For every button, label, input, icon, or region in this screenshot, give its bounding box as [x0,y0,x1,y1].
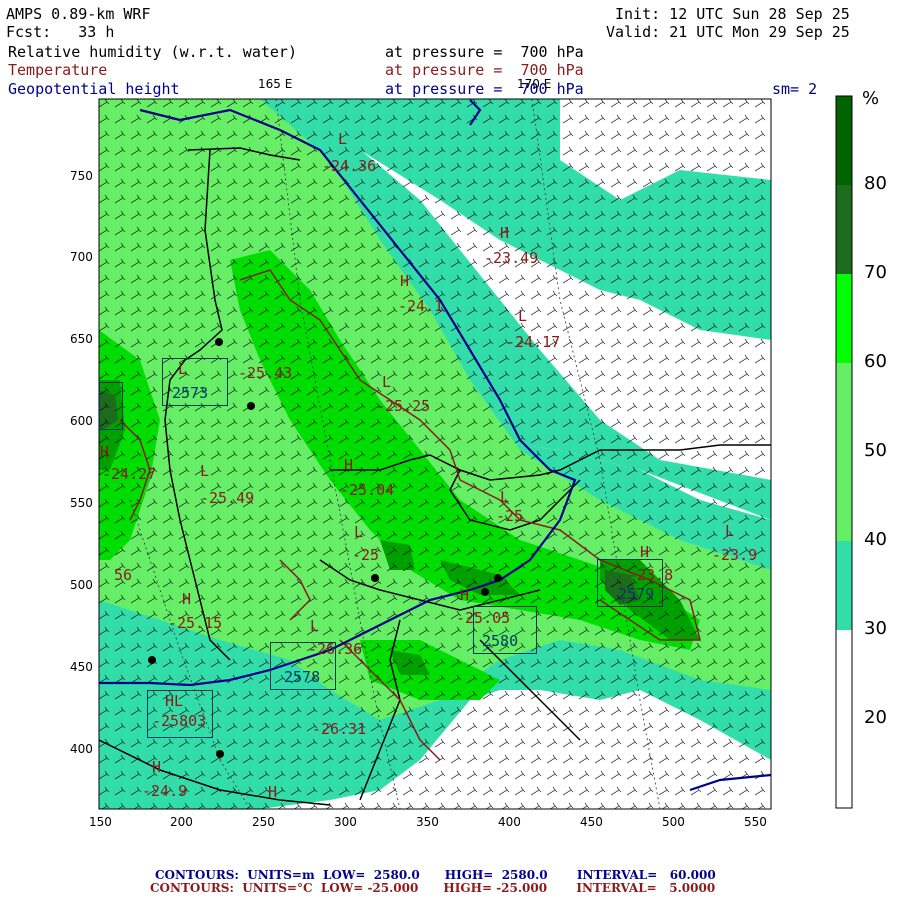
y-tick-label: 700 [70,250,93,264]
map-annotation: -23.49 [484,249,539,267]
map-annotation: H [460,586,470,604]
footer-contours-height: CONTOURS: UNITS=m LOW= 2580.0 HIGH= 2580… [155,868,716,882]
x-tick-label: 150 [89,815,112,829]
map-annotation: -24.9 [142,782,188,800]
colorbar-tick-label: 20 [864,707,887,728]
label-box [597,559,663,607]
y-tick-label: 550 [70,496,93,510]
map-annotation: L [382,373,392,391]
y-tick-label: 600 [70,414,93,428]
footer-contours-temperature: CONTOURS: UNITS=°C LOW= -25.000 HIGH= -2… [150,881,716,895]
label-box [162,358,228,406]
map-annotation: -24.17 [506,333,561,351]
x-tick-label: 250 [252,815,275,829]
colorbar-tick-label: 40 [864,529,887,550]
label-box [147,690,213,738]
x-tick-label: 350 [416,815,439,829]
y-tick-label: 750 [70,169,93,183]
x-tick-label: 500 [662,815,685,829]
label-box [473,606,537,654]
map-annotation: H [100,443,110,461]
map-annotation: H [268,783,278,801]
map-annotation: L [200,462,210,480]
colorbar-tick-label: 80 [864,173,887,194]
map-annotation: -24.1 [398,297,444,315]
y-tick-label: 650 [70,332,93,346]
map-panel [98,95,853,810]
map-annotation: L [518,307,528,325]
map-annotation: -24.36 [322,157,377,175]
map-annotation: -25.49 [200,489,255,507]
map-annotation: H [500,224,510,242]
colorbar-unit: % [862,88,880,109]
x-tick-label: 400 [498,815,521,829]
colorbar-tick-label: 30 [864,618,887,639]
x-tick-label: 300 [334,815,357,829]
colorbar-tick-label: 70 [864,262,887,283]
map-annotation: L [310,617,320,635]
map-annotation: -25 [352,546,380,564]
map-annotation: H [400,272,410,290]
x-tick-label: 550 [744,815,767,829]
colorbar-tick-label: 50 [864,440,887,461]
map-annotation: L [338,130,348,148]
map-annotation: H [344,456,354,474]
x-tick-label: 200 [170,815,193,829]
map-annotation: L [500,488,510,506]
map-annotation: -25.04 [340,481,395,499]
label-box [270,642,336,690]
map-annotation: L [725,522,735,540]
map-annotation: -26.31 [312,720,367,738]
map-annotation: -25 [496,507,524,525]
map-annotation: L [354,523,364,541]
map-annotation: -25.25 [376,397,431,415]
label-box [99,382,123,430]
map-annotation: H [182,590,192,608]
map-annotation: H [152,758,162,776]
map-annotation: 56 [114,566,133,584]
y-tick-label: 500 [70,578,93,592]
colorbar [835,95,853,809]
colorbar-tick-label: 60 [864,351,887,372]
map-annotation: -24.27 [102,465,157,483]
map-annotation: -25.15 [168,614,223,632]
map-annotation: -23.9 [712,546,758,564]
y-tick-label: 400 [70,742,93,756]
y-tick-label: 450 [70,660,93,674]
x-tick-label: 450 [580,815,603,829]
map-annotation: -25.43 [238,364,293,382]
